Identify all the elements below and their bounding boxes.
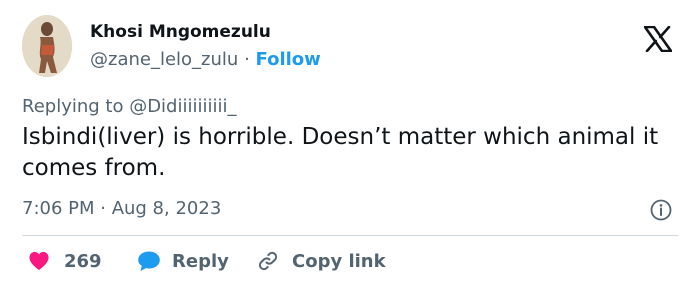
author-display-name[interactable]: Khosi Mngomezulu (90, 22, 271, 42)
timestamp[interactable]: 7:06 PM · Aug 8, 2023 (22, 198, 221, 219)
author-handle-row: @zane_lelo_zulu · Follow (90, 49, 321, 70)
replying-to[interactable]: Replying to @Didiiiiiiiiii_ (22, 96, 237, 117)
copy-link-label: Copy link (292, 250, 386, 272)
tweet-text: Isbindi(liver) is horrible. Doesn’t matt… (22, 124, 659, 181)
info-icon[interactable] (650, 199, 672, 221)
author-handle[interactable]: @zane_lelo_zulu (90, 49, 238, 70)
heart-icon (28, 251, 50, 271)
separator-dot: · (244, 49, 250, 70)
copy-link-button[interactable]: Copy link (256, 249, 386, 273)
x-logo-icon[interactable] (643, 25, 673, 53)
reply-button[interactable]: Reply (137, 249, 229, 273)
like-count: 269 (64, 250, 102, 272)
avatar[interactable] (22, 15, 72, 77)
follow-button[interactable]: Follow (256, 49, 321, 70)
reply-label: Reply (172, 250, 229, 272)
divider (22, 235, 678, 236)
link-icon (256, 249, 280, 273)
speech-bubble-icon (137, 250, 161, 272)
like-button[interactable]: 269 (28, 249, 102, 273)
